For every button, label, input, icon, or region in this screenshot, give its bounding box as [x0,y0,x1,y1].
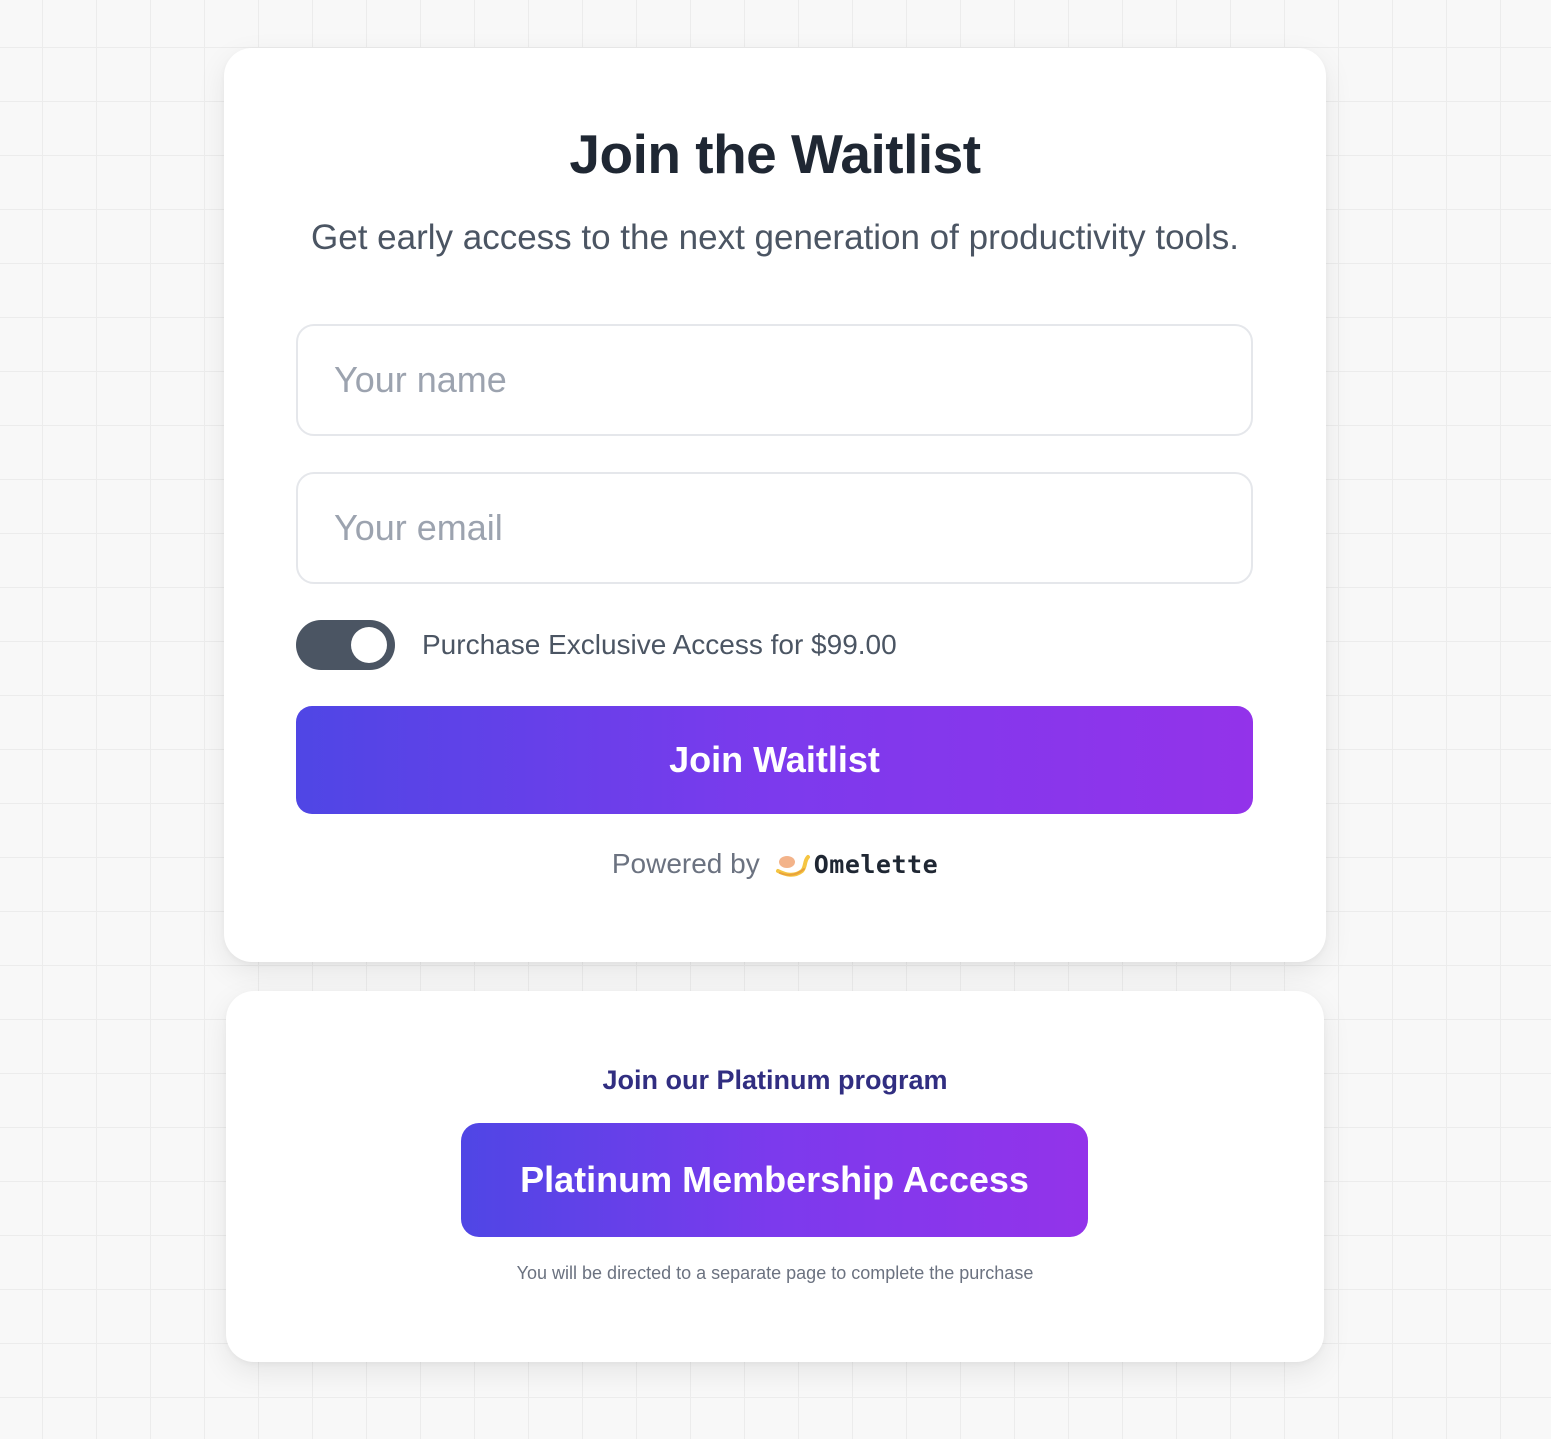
exclusive-access-label: Purchase Exclusive Access for $99.00 [422,629,897,660]
powered-by-text: Powered by [611,848,760,879]
name-input[interactable] [296,324,1253,436]
omelette-logo-link[interactable]: Omelette [774,849,938,879]
platinum-membership-button[interactable]: Platinum Membership Access [461,1123,1088,1237]
platinum-note: You will be directed to a separate page … [516,1263,1034,1283]
exclusive-access-toggle[interactable] [296,620,395,670]
omelette-brand-name: Omelette [813,849,939,879]
email-input[interactable] [296,472,1253,584]
toggle-knob [351,627,387,663]
exclusive-access-row: Purchase Exclusive Access for $99.00 [296,620,897,670]
page-title: Join the Waitlist [569,123,981,185]
omelette-logo-icon [775,855,810,877]
waitlist-card: Join the Waitlist Get early access to th… [224,48,1326,962]
page-subtitle: Get early access to the next generation … [311,218,1239,257]
platinum-heading: Join our Platinum program [602,1065,948,1095]
powered-by: Powered by Omelette [224,848,1326,880]
platinum-card: Join our Platinum program Platinum Membe… [226,991,1324,1362]
join-waitlist-button[interactable]: Join Waitlist [296,706,1253,814]
